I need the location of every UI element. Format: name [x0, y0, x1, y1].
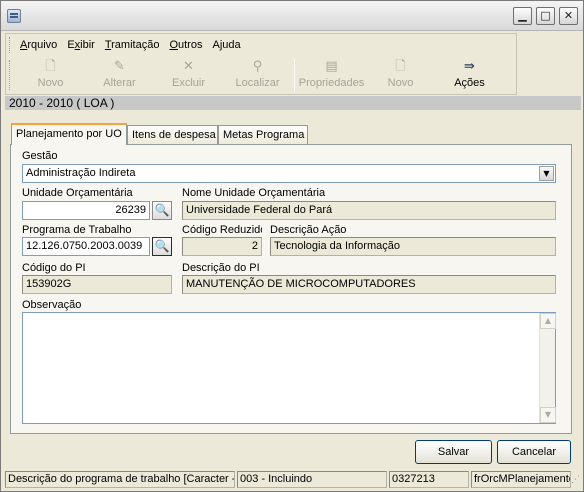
application-window: ▁ □ ✕ Arquivo Exibir Tramitação Outros A…: [0, 0, 584, 492]
minimize-button[interactable]: ▁: [513, 7, 532, 25]
toolbar-acoes-button[interactable]: ⇛ Ações: [435, 57, 504, 93]
observacao-label: Observação: [22, 299, 82, 311]
tab-planejamento-uo-label: Planejamento por UO: [16, 128, 122, 140]
status-hint: Descrição do programa de trabalho [Carac…: [5, 471, 235, 488]
toolbar-localizar-label: Localizar: [235, 77, 280, 89]
tab-metas-programa-label: Metas Programa: [223, 129, 305, 141]
toolbar-excluir-label: Excluir: [171, 77, 205, 89]
gestao-label: Gestão: [22, 150, 58, 162]
uo-label: Unidade Orçamentária: [22, 187, 133, 199]
toolbar-localizar-button[interactable]: ⚲ Localizar: [223, 57, 292, 93]
magnifier-icon: 🔍: [154, 203, 170, 217]
status-code: 0327213: [389, 471, 469, 488]
menu-exibir[interactable]: Exibir: [67, 38, 95, 54]
app-stack-icon[interactable]: [7, 9, 21, 23]
toolbar-propriedades-button[interactable]: ▤ Propriedades: [297, 57, 366, 93]
toolbar-novo2-label: Novo: [387, 77, 414, 89]
tab-itens-despesa[interactable]: Itens de despesa: [127, 125, 218, 145]
toolbar-novo2-button[interactable]: 🗋 Novo: [366, 57, 435, 93]
menu-arquivo[interactable]: Arquivo: [20, 38, 57, 54]
tab-panel-planejamento: Gestão Administração Indireta ▼ Unidade …: [10, 144, 572, 434]
toolbar: 🗋 Novo ✎ Alterar ✕ Excluir ⚲ Localizar ▤…: [16, 57, 504, 95]
menu-outros[interactable]: Outros: [169, 38, 202, 54]
gestao-value: Administração Indireta: [26, 167, 136, 179]
title-bar[interactable]: ▁ □ ✕: [1, 1, 583, 31]
tab-metas-programa[interactable]: Metas Programa: [218, 125, 308, 145]
scroll-up-icon[interactable]: ▲: [540, 313, 556, 329]
toolbar-separator: [294, 59, 295, 91]
status-bar: Descrição do programa de trabalho [Carac…: [3, 469, 581, 489]
binoculars-icon: ⚲: [252, 59, 263, 74]
programa-lookup-button[interactable]: 🔍: [152, 237, 172, 256]
descricao-acao-field: Tecnologia da Informação: [270, 237, 556, 256]
codigo-reduzido-label: Código Reduzido: [182, 224, 262, 236]
status-form-name: frOrcMPlanejamentoUO: [471, 471, 571, 488]
toolbar-propriedades-label: Propriedades: [298, 77, 365, 89]
toolbar-novo-label: Novo: [37, 77, 64, 89]
codigo-pi-field: 153902G: [22, 275, 172, 294]
menu-toolbar-panel: Arquivo Exibir Tramitação Outros Ajuda 🗋…: [5, 33, 517, 95]
toolbar-alterar-button[interactable]: ✎ Alterar: [85, 57, 154, 93]
resize-grip-icon[interactable]: ⋰: [571, 475, 580, 485]
descricao-pi-label: Descrição do PI: [182, 262, 260, 274]
chevron-down-icon[interactable]: ▼: [539, 166, 554, 181]
codigo-pi-label: Código do PI: [22, 262, 86, 274]
toolbar-excluir-button[interactable]: ✕ Excluir: [154, 57, 223, 93]
programa-input[interactable]: 12.126.0750.2003.0039: [22, 237, 150, 256]
delete-x-icon: ✕: [183, 59, 194, 74]
descricao-acao-label: Descrição Ação: [270, 224, 347, 236]
menu-outros-label: Outros: [169, 39, 203, 51]
close-icon: ✕: [563, 9, 574, 22]
menu-tramitacao-label: Tramitação: [104, 39, 160, 51]
minimize-icon: ▁: [518, 9, 527, 22]
save-button-label: Salvar: [437, 446, 470, 458]
cancel-button-label: Cancelar: [511, 446, 557, 458]
toolbar-novo-button[interactable]: 🗋 Novo: [16, 57, 85, 93]
uo-lookup-button[interactable]: 🔍: [152, 201, 172, 220]
uo-input[interactable]: 26239: [22, 201, 150, 220]
gestao-combobox[interactable]: Administração Indireta ▼: [22, 164, 556, 183]
tab-planejamento-uo[interactable]: Planejamento por UO: [11, 123, 127, 145]
observacao-scrollbar[interactable]: ▲ ▼: [539, 313, 556, 423]
menu-ajuda-label: Ajuda: [212, 39, 241, 51]
nome-uo-field: Universidade Federal do Pará: [182, 201, 556, 220]
actions-arrow-icon: ⇛: [464, 59, 475, 74]
edit-icon: ✎: [114, 59, 125, 74]
context-bar: 2010 - 2010 ( LOA ): [5, 96, 581, 110]
menu-tramitacao[interactable]: Tramitação: [105, 38, 160, 54]
save-button[interactable]: Salvar: [415, 440, 492, 464]
status-mode: 003 - Incluindo: [237, 471, 387, 488]
maximize-button[interactable]: □: [536, 7, 555, 25]
new-document-icon: 🗋: [45, 59, 56, 74]
tab-itens-despesa-label: Itens de despesa: [132, 129, 216, 141]
magnifier-icon: 🔍: [154, 239, 170, 253]
cancel-button[interactable]: Cancelar: [497, 440, 571, 464]
menubar-grip[interactable]: [9, 37, 11, 53]
menu-arquivo-label: rquivo: [27, 39, 58, 51]
close-button[interactable]: ✕: [559, 7, 578, 25]
maximize-icon: □: [540, 9, 551, 22]
new-document-icon: 🗋: [395, 59, 406, 74]
observacao-textarea[interactable]: ▲ ▼: [22, 312, 556, 424]
properties-icon: ▤: [325, 59, 338, 74]
toolbar-acoes-label: Ações: [454, 77, 485, 89]
menu-ajuda[interactable]: Ajuda: [212, 38, 240, 54]
codigo-reduzido-field: 2: [182, 237, 262, 256]
scroll-down-icon[interactable]: ▼: [540, 407, 556, 423]
menu-exibir-label: Exibir: [67, 39, 95, 51]
menu-bar: Arquivo Exibir Tramitação Outros Ajuda: [20, 38, 241, 54]
programa-label: Programa de Trabalho: [22, 224, 132, 236]
nome-uo-label: Nome Unidade Orçamentária: [182, 187, 326, 199]
toolbar-grip[interactable]: [9, 60, 11, 90]
descricao-pi-field: MANUTENÇÃO DE MICROCOMPUTADORES: [182, 275, 556, 294]
toolbar-alterar-label: Alterar: [103, 77, 136, 89]
